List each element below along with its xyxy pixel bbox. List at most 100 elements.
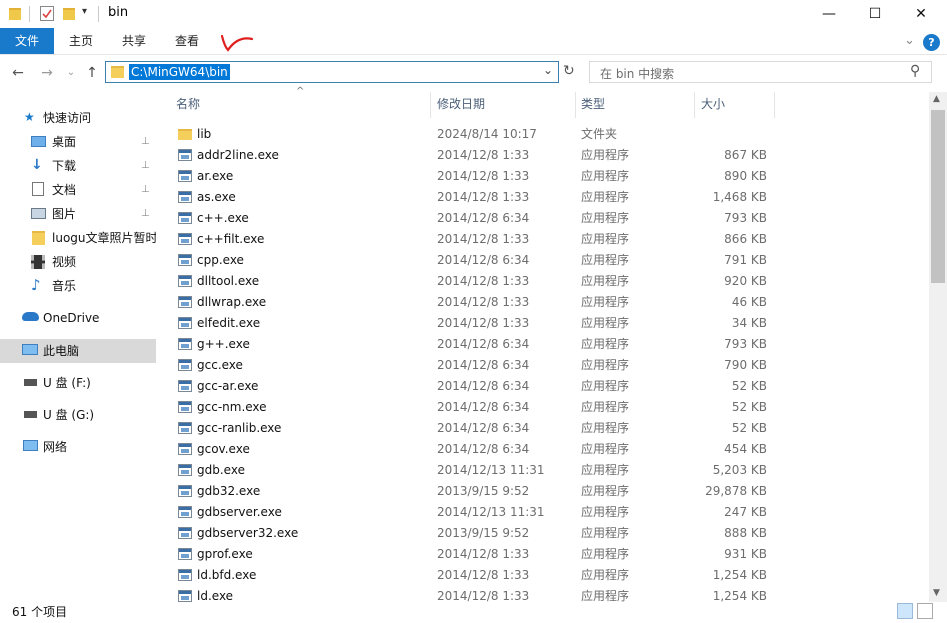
file-name: dlltool.exe	[197, 274, 260, 288]
file-row[interactable]: cpp.exe 2014/12/8 6:34 应用程序 791 KB	[170, 250, 940, 271]
column-divider[interactable]	[430, 92, 431, 118]
maximize-button[interactable]: ☐	[852, 0, 898, 28]
help-icon[interactable]: ?	[923, 34, 940, 51]
back-arrow-icon[interactable]: ←	[9, 64, 27, 82]
file-size: 866 KB	[724, 232, 767, 246]
sidebar-item-network[interactable]: 网络	[43, 436, 67, 458]
file-row[interactable]: dlltool.exe 2014/12/8 1:33 应用程序 920 KB	[170, 271, 940, 292]
file-name: c++filt.exe	[197, 232, 265, 246]
file-date: 2013/9/15 9:52	[437, 526, 530, 540]
desktop-icon	[31, 136, 46, 147]
sidebar-item-downloads[interactable]: 下载	[52, 155, 76, 177]
scroll-up-icon[interactable]: ▲	[933, 94, 940, 104]
sidebar-item-quick-access[interactable]: 快速访问	[43, 107, 91, 129]
file-row[interactable]: gcc.exe 2014/12/8 6:34 应用程序 790 KB	[170, 355, 940, 376]
sidebar-item-drive-g[interactable]: U 盘 (G:)	[43, 404, 94, 426]
file-row[interactable]: addr2line.exe 2014/12/8 1:33 应用程序 867 KB	[170, 145, 940, 166]
application-icon	[178, 485, 192, 497]
file-row[interactable]: gdb.exe 2014/12/13 11:31 应用程序 5,203 KB	[170, 460, 940, 481]
item-count-status: 61 个项目	[12, 605, 68, 619]
recent-locations-icon[interactable]: ⌄	[62, 64, 80, 82]
column-divider[interactable]	[575, 92, 576, 118]
large-icons-view-icon[interactable]	[917, 603, 933, 619]
file-row[interactable]: g++.exe 2014/12/8 6:34 应用程序 793 KB	[170, 334, 940, 355]
file-row[interactable]: c++filt.exe 2014/12/8 1:33 应用程序 866 KB	[170, 229, 940, 250]
file-row[interactable]: gdb32.exe 2013/9/15 9:52 应用程序 29,878 KB	[170, 481, 940, 502]
file-row[interactable]: dllwrap.exe 2014/12/8 1:33 应用程序 46 KB	[170, 292, 940, 313]
file-type: 应用程序	[581, 337, 630, 351]
title-bar	[0, 0, 947, 28]
application-icon	[178, 296, 192, 308]
file-row[interactable]: gdbserver.exe 2014/12/13 11:31 应用程序 247 KB	[170, 502, 940, 523]
expand-ribbon-icon[interactable]: ⌄	[904, 33, 915, 48]
scroll-down-icon[interactable]: ▼	[933, 588, 940, 598]
file-row[interactable]: ld.exe 2014/12/8 1:33 应用程序 1,254 KB	[170, 586, 940, 602]
file-type: 应用程序	[581, 295, 630, 309]
file-name: ld.bfd.exe	[197, 568, 257, 582]
column-divider[interactable]	[774, 92, 775, 118]
file-row[interactable]: lib 2024/8/14 10:17 文件夹	[170, 124, 940, 145]
sidebar-item-this-pc[interactable]: 此电脑	[43, 340, 79, 362]
sidebar-item-luogu-folder[interactable]: luogu文章照片暂时	[52, 227, 156, 249]
tab-home[interactable]: 主页	[60, 28, 102, 54]
tab-file[interactable]: 文件	[0, 28, 54, 54]
file-row[interactable]: gcc-nm.exe 2014/12/8 6:34 应用程序 52 KB	[170, 397, 940, 418]
file-date: 2014/12/8 1:33	[437, 547, 530, 561]
column-divider[interactable]	[694, 92, 695, 118]
application-icon	[178, 359, 192, 371]
sidebar-item-onedrive[interactable]: OneDrive	[43, 307, 99, 329]
file-size: 454 KB	[724, 442, 767, 456]
file-size: 790 KB	[724, 358, 767, 372]
address-input[interactable]: C:\MinGW64\bin	[129, 64, 230, 80]
file-size: 867 KB	[724, 148, 767, 162]
file-row[interactable]: gprof.exe 2014/12/8 1:33 应用程序 931 KB	[170, 544, 940, 565]
file-type: 应用程序	[581, 379, 630, 393]
sidebar-item-desktop[interactable]: 桌面	[52, 131, 76, 153]
file-size: 46 KB	[731, 295, 767, 309]
sidebar-item-videos[interactable]: 视频	[52, 251, 76, 273]
sidebar-item-pictures[interactable]: 图片	[52, 203, 76, 225]
file-name: ld.exe	[197, 589, 234, 602]
details-view-icon[interactable]	[897, 603, 913, 619]
refresh-icon[interactable]: ↻	[563, 63, 575, 79]
address-dropdown-icon[interactable]: ⌄	[543, 63, 553, 77]
tab-share[interactable]: 共享	[113, 28, 155, 54]
search-input[interactable]: 在 bin 中搜索	[600, 65, 674, 82]
file-size: 1,254 KB	[712, 589, 767, 602]
file-type: 应用程序	[581, 400, 630, 414]
file-type: 应用程序	[581, 211, 630, 225]
sidebar-item-documents[interactable]: 文档	[52, 179, 76, 201]
column-header-date[interactable]: 修改日期	[437, 92, 485, 116]
file-row[interactable]: gcc-ranlib.exe 2014/12/8 6:34 应用程序 52 KB	[170, 418, 940, 439]
scrollbar-thumb[interactable]	[931, 110, 945, 283]
file-row[interactable]: elfedit.exe 2014/12/8 1:33 应用程序 34 KB	[170, 313, 940, 334]
file-row[interactable]: gdbserver32.exe 2013/9/15 9:52 应用程序 888 KB	[170, 523, 940, 544]
file-row[interactable]: gcc-ar.exe 2014/12/8 6:34 应用程序 52 KB	[170, 376, 940, 397]
sidebar-item-drive-f[interactable]: U 盘 (F:)	[43, 372, 91, 394]
close-button[interactable]: ✕	[898, 0, 944, 28]
sidebar-item-music[interactable]: 音乐	[52, 275, 76, 297]
file-row[interactable]: c++.exe 2014/12/8 6:34 应用程序 793 KB	[170, 208, 940, 229]
video-icon	[31, 255, 45, 269]
column-header-type[interactable]: 类型	[581, 92, 605, 116]
column-header-name[interactable]: 名称	[176, 92, 200, 116]
forward-arrow-icon[interactable]: →	[38, 64, 56, 82]
search-icon[interactable]: ⚲	[910, 63, 920, 79]
minimize-button[interactable]: —	[806, 0, 852, 28]
file-type: 应用程序	[581, 589, 630, 602]
customize-quick-access-icon[interactable]: ▾	[82, 6, 87, 17]
file-row[interactable]: ar.exe 2014/12/8 1:33 应用程序 890 KB	[170, 166, 940, 187]
file-row[interactable]: ld.bfd.exe 2014/12/8 1:33 应用程序 1,254 KB	[170, 565, 940, 586]
properties-icon[interactable]	[40, 6, 54, 21]
new-folder-icon[interactable]	[63, 8, 75, 20]
up-arrow-icon[interactable]: ↑	[83, 64, 101, 82]
divider	[98, 6, 99, 22]
tab-view[interactable]: 查看	[166, 28, 208, 54]
file-row[interactable]: as.exe 2014/12/8 1:33 应用程序 1,468 KB	[170, 187, 940, 208]
file-name: gdb32.exe	[197, 484, 261, 498]
column-header-size[interactable]: 大小	[701, 92, 725, 116]
application-icon	[178, 422, 192, 434]
file-date: 2014/12/8 1:33	[437, 148, 530, 162]
file-row[interactable]: gcov.exe 2014/12/8 6:34 应用程序 454 KB	[170, 439, 940, 460]
file-type: 应用程序	[581, 442, 630, 456]
